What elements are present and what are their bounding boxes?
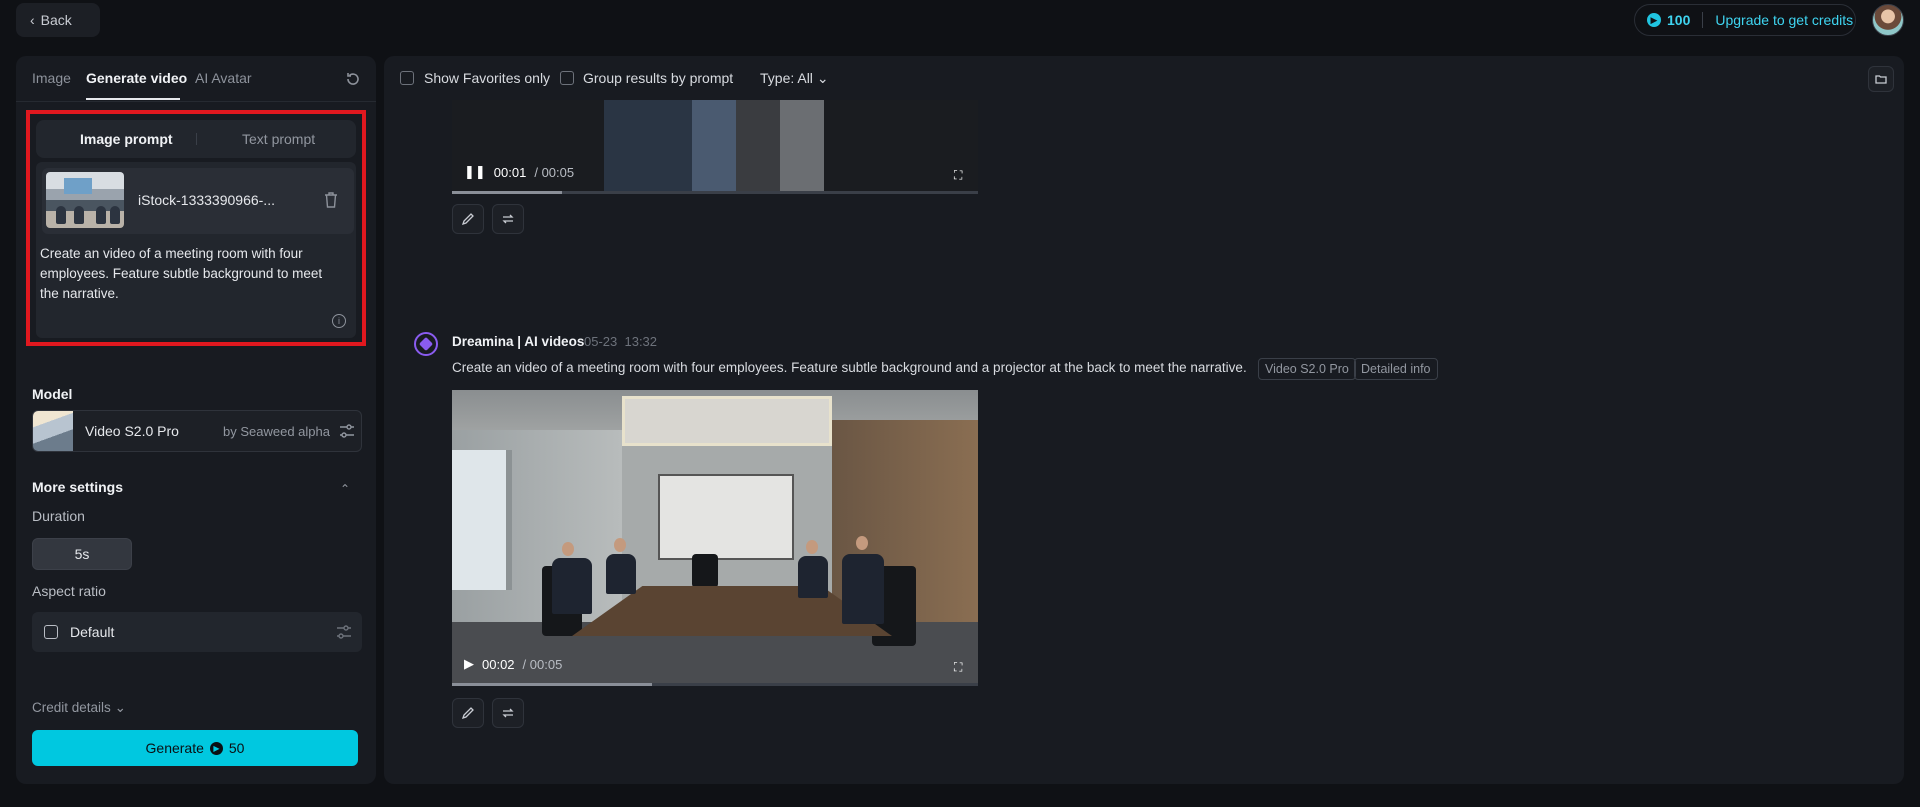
results-panel: Show Favorites only Group results by pro… [384,56,1904,784]
chevron-up-icon[interactable]: ⌃ [340,482,350,496]
video-progress-fill [452,683,652,686]
repeat-icon [502,708,514,718]
tab-text-prompt[interactable]: Text prompt [242,131,315,147]
group-results-checkbox[interactable] [560,71,574,85]
prompt-body: iStock-1333390966-... Create an video of… [36,162,356,338]
top-bar: ‹ Back ▶ 100 Upgrade to get credits [0,0,1920,44]
model-section-label: Model [32,386,73,402]
reset-icon[interactable] [344,70,362,88]
tab-image-prompt[interactable]: Image prompt [80,131,173,147]
video-progress-fill [452,191,563,194]
credit-details-label: Credit details [32,700,111,715]
video-frame [604,100,824,194]
video-controls: ❚❚ 00:01 / 00:05 [464,164,574,180]
upgrade-link[interactable]: Upgrade to get credits [1715,12,1853,28]
prompt-textarea[interactable]: Create an video of a meeting room with f… [40,244,340,304]
uploaded-image-card[interactable]: iStock-1333390966-... [42,168,354,234]
generate-cost: 50 [228,740,245,756]
tab-generate-video[interactable]: Generate video [86,70,187,86]
result-prompt-text: Create an video of a meeting room with f… [452,360,1247,375]
user-avatar[interactable] [1872,4,1904,36]
credits-count: 100 [1667,12,1691,28]
model-provider: by Seaweed alpha [223,424,330,439]
tab-ai-avatar[interactable]: AI Avatar [195,70,252,86]
fullscreen-icon[interactable]: ⛶ [954,660,966,674]
video-current-time: 00:01 [493,164,527,180]
filter-bar: Show Favorites only Group results by pro… [384,56,1904,100]
folder-icon [1875,75,1887,84]
fullscreen-icon[interactable]: ⛶ [954,168,966,182]
video-progress-bar[interactable] [452,683,978,686]
show-favorites-checkbox[interactable] [400,71,414,85]
edit-button[interactable] [452,204,484,234]
video-total-time: / 00:05 [534,164,575,180]
info-icon[interactable]: i [332,314,346,328]
model-tag: Video S2.0 Pro [1258,358,1356,380]
more-settings-label[interactable]: More settings [32,479,123,495]
generate-label: Generate [145,740,204,756]
duration-label: Duration [32,508,85,524]
model-thumbnail [33,411,73,451]
result-source-title: Dreamina | AI videos [452,334,585,349]
aspect-ratio-selector[interactable]: Default [32,612,362,652]
type-filter-label: Type: All [760,70,813,86]
pencil-icon [461,707,474,720]
edit-button[interactable] [452,698,484,728]
model-name: Video S2.0 Pro [85,423,179,439]
video-controls: ▶ 00:02 / 00:05 [464,656,562,672]
credit-coin-icon: ▶ [209,741,223,755]
chevron-down-icon: ⌄ [114,700,126,715]
result-timestamp: 05-23 13:32 [584,334,658,349]
regenerate-button[interactable] [492,698,524,728]
regenerate-button[interactable] [492,204,524,234]
prompt-tab-divider [196,133,197,145]
chevron-down-icon: ⌄ [816,70,829,86]
duration-option-5s[interactable]: 5s [32,538,132,570]
folder-button[interactable] [1868,66,1894,92]
mode-tabs: Image Generate video AI Avatar [16,56,376,102]
type-filter-dropdown[interactable]: Type: All ⌄ [760,70,829,87]
video-total-time: / 00:05 [522,656,563,672]
tab-image[interactable]: Image [32,70,71,86]
trash-icon[interactable] [324,192,338,208]
pause-icon[interactable]: ❚❚ [464,164,486,180]
chevron-left-icon: ‹ [30,12,35,28]
sliders-icon[interactable] [336,624,352,640]
pill-divider [1702,12,1704,28]
aspect-ratio-value: Default [70,624,115,640]
pencil-icon [461,213,474,226]
group-results-label[interactable]: Group results by prompt [583,70,733,86]
credits-pill[interactable]: ▶ 100 Upgrade to get credits [1634,4,1856,36]
active-tab-underline [86,98,180,100]
left-panel: Image Generate video AI Avatar Image pro… [16,56,376,784]
video-player-2[interactable]: ▶ 00:02 / 00:05 ⛶ [452,390,978,686]
dreamina-logo-icon [414,332,438,356]
prompt-box: Image prompt Text prompt iStock-13333909… [26,110,366,346]
credit-coin-icon: ▶ [1647,13,1661,27]
video-current-time: 00:02 [482,656,515,672]
uploaded-file-name: iStock-1333390966-... [138,192,275,208]
back-label: Back [40,12,72,28]
sliders-icon[interactable] [339,423,355,439]
aspect-ratio-label: Aspect ratio [32,583,106,599]
play-icon[interactable]: ▶ [464,656,474,672]
video-player-1[interactable]: ❚❚ 00:01 / 00:05 ⛶ [452,100,978,194]
show-favorites-label[interactable]: Show Favorites only [424,70,550,86]
repeat-icon [502,214,514,224]
video-progress-bar[interactable] [452,191,978,194]
back-button[interactable]: ‹ Back [16,3,100,37]
uploaded-image-thumbnail [46,172,124,228]
model-selector[interactable]: Video S2.0 Pro by Seaweed alpha [32,410,362,452]
detailed-info-tag[interactable]: Detailed info [1354,358,1438,380]
credit-details-toggle[interactable]: Credit details ⌄ [32,700,126,716]
prompt-type-tabs: Image prompt Text prompt [36,120,356,158]
generate-button[interactable]: Generate ▶ 50 [32,730,358,766]
aspect-ratio-icon [44,625,58,639]
